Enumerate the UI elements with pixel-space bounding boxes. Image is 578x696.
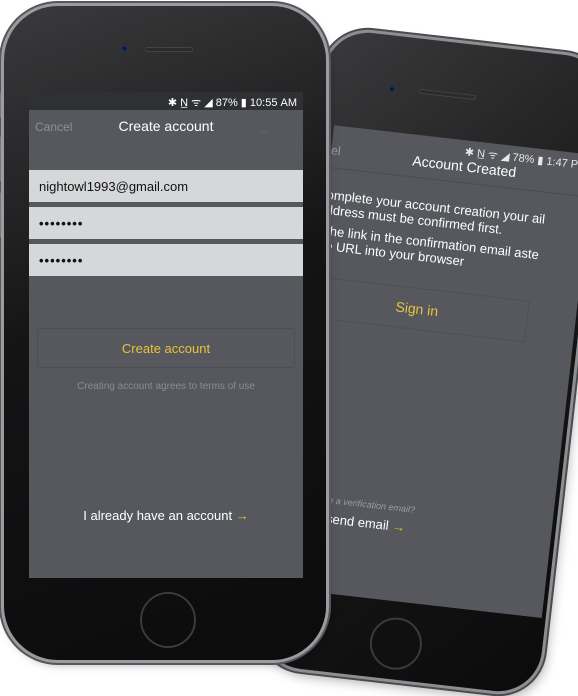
already-have-account-label: I already have an account: [83, 508, 233, 523]
camera-icon: [121, 45, 128, 52]
create-account-screen: ✱ N̲ ᯤ ◢ 87% ▮ 10:55 AM Cancel Create ac…: [29, 92, 303, 578]
sign-in-button[interactable]: Sign in: [304, 275, 530, 343]
volume-down-button: [0, 192, 1, 238]
confirm-password-field[interactable]: ••••••••: [29, 244, 303, 276]
cancel-button[interactable]: cel: [325, 142, 342, 158]
mute-switch: [0, 92, 1, 118]
speaker-grille: [418, 88, 477, 101]
email-field[interactable]: nightowl1993@gmail.com: [29, 170, 303, 202]
home-button[interactable]: [140, 592, 196, 648]
nav-right-indicator: –: [261, 126, 267, 137]
arrow-right-icon: →: [391, 518, 407, 535]
password-field[interactable]: ••••••••: [29, 207, 303, 239]
status-bar-bg: ✱ N̲ ᯤ ◢ 87% ▮ 10:55 AM: [29, 92, 303, 110]
cancel-button[interactable]: Cancel: [35, 120, 72, 134]
status-bar: ✱ N̲ ᯤ ◢ 87% ▮ 10:55 AM: [167, 97, 297, 109]
phone-front: ✱ N̲ ᯤ ◢ 87% ▮ 10:55 AM Cancel Create ac…: [0, 6, 326, 660]
terms-label: Creating account agrees to terms of use: [77, 381, 255, 392]
create-account-button[interactable]: Create account: [37, 328, 295, 368]
confirmation-message: complete your account creation your ail …: [313, 186, 560, 285]
volume-up-button: [0, 136, 1, 182]
page-title: Create account: [118, 118, 214, 134]
home-button[interactable]: [367, 614, 425, 673]
speaker-grille: [145, 47, 193, 52]
arrow-right-icon: →: [235, 508, 249, 523]
camera-icon: [388, 85, 397, 93]
already-have-account-link[interactable]: I already have an account →: [29, 508, 303, 523]
